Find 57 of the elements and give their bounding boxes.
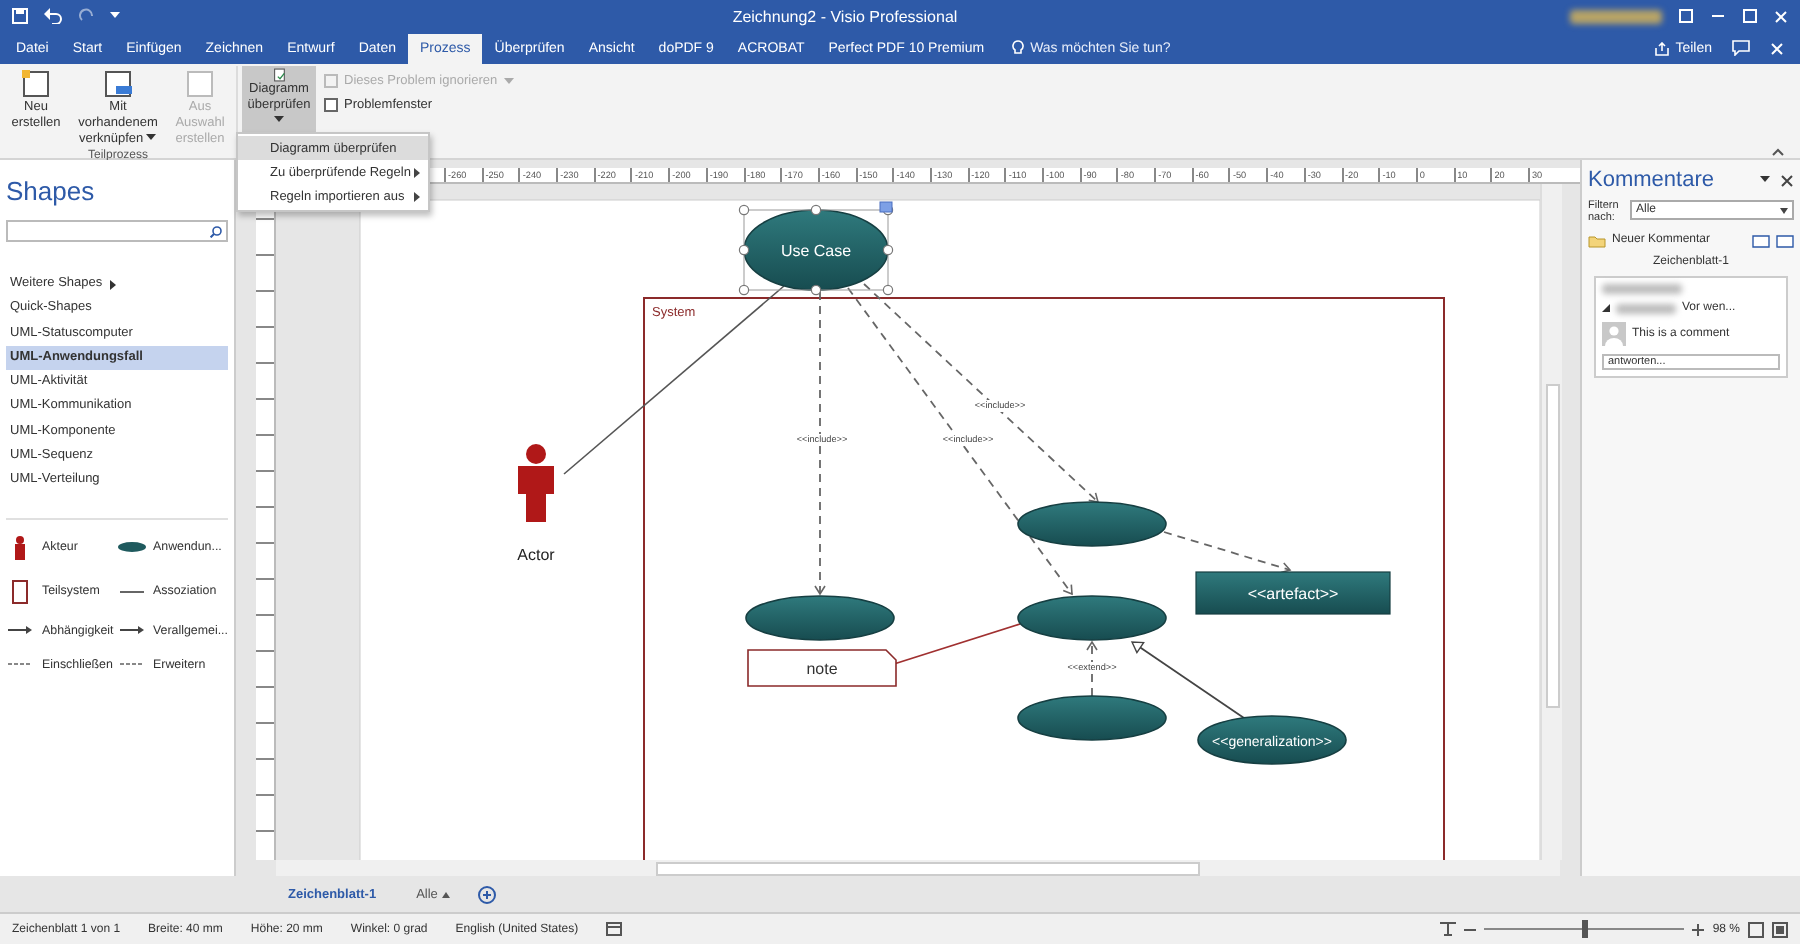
macro-icon (606, 922, 623, 936)
actor-label: Actor (517, 546, 555, 564)
dashed-arrow (1163, 531, 1292, 574)
fit-page-icon[interactable] (1748, 921, 1764, 937)
note-label: note (806, 660, 838, 678)
caret-icon (503, 77, 514, 85)
zoom-out-icon[interactable] (1464, 923, 1477, 935)
use-case-label: Use Case (780, 242, 852, 260)
generalization-arrow (1130, 641, 1245, 719)
save-icon[interactable] (12, 8, 28, 24)
ellipse-icon (117, 542, 145, 553)
search-icon (210, 225, 222, 237)
collapse-ribbon-icon[interactable] (1772, 148, 1784, 156)
next-comment-icon[interactable] (1776, 232, 1794, 248)
submenu-arrow-icon (110, 279, 117, 290)
dashed-line-icon (119, 662, 143, 667)
caret-icon (146, 134, 157, 142)
submenu-arrow-icon (414, 167, 420, 177)
folder-icon (1588, 233, 1606, 247)
zoom-in-icon[interactable] (1692, 923, 1705, 935)
undo-icon[interactable] (44, 8, 62, 24)
search-field[interactable] (6, 220, 228, 242)
dashed-line-icon (8, 662, 32, 667)
actor-icon (14, 535, 26, 560)
note-link-line (893, 623, 1021, 665)
caret-icon (441, 891, 450, 897)
add-sheet-icon[interactable] (477, 885, 496, 903)
caret-icon (1760, 176, 1770, 184)
arrow-icon (8, 626, 32, 635)
redacted-name (1616, 303, 1676, 313)
share-icon (1653, 41, 1670, 55)
redo-icon (78, 8, 94, 24)
ribbon-display-icon[interactable] (1678, 8, 1694, 24)
horizontal-scrollbar[interactable] (276, 860, 1560, 876)
vertical-scrollbar[interactable] (1540, 184, 1562, 860)
submenu-arrow-icon (414, 191, 420, 201)
window-title: Zeichnung2 - Visio Professional (730, 7, 960, 25)
fit-icon[interactable] (1440, 922, 1457, 936)
comments-icon[interactable] (1732, 40, 1750, 56)
lightbulb-icon (1012, 40, 1025, 56)
customize-icon[interactable] (110, 12, 120, 20)
artefact-label: <<artefact>> (1247, 585, 1339, 603)
ignore-icon (324, 74, 338, 88)
expand-triangle-icon[interactable] (1602, 304, 1610, 312)
arrow-icon (119, 626, 143, 635)
switch-windows-icon[interactable] (1772, 921, 1788, 937)
close-icon[interactable] (1780, 173, 1794, 187)
caret-icon (1780, 207, 1788, 213)
caret-icon (274, 116, 284, 124)
previous-comment-icon[interactable] (1752, 232, 1770, 248)
redacted-name (1602, 284, 1682, 294)
panel-title: Kommentare (1588, 168, 1716, 192)
line-icon (119, 589, 143, 594)
avatar-icon (1602, 322, 1626, 346)
maximize-icon[interactable] (1742, 8, 1758, 24)
rectangle-icon (12, 579, 28, 604)
panel-title: Shapes (6, 176, 97, 206)
